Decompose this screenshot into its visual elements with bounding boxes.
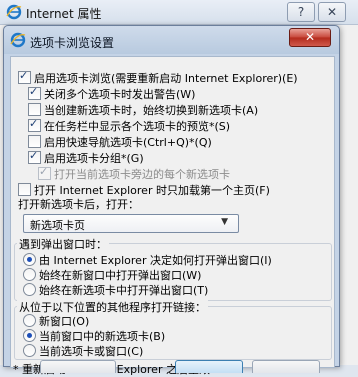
new-tab-page-select[interactable]: 新选项卡页 ▼ (23, 214, 239, 233)
internet-explorer-icon (6, 4, 22, 20)
links-new-tab-radio[interactable] (23, 329, 36, 342)
enable-tabs-checkbox[interactable] (18, 69, 31, 84)
switch-to-new-tab-label: 当创建新选项卡时，始终切换到新选项卡(A) (44, 104, 259, 117)
warn-close-multiple-label: 关闭多个选项卡时发出警告(W) (44, 88, 196, 101)
quick-tabs-label: 启用快速导航选项卡(Ctrl+Q)*(Q) (44, 136, 212, 149)
taskbar-preview-label: 在任务栏中显示各个选项卡的预览*(S) (44, 120, 231, 133)
chevron-down-icon: ▼ (221, 217, 228, 227)
cancel-button[interactable] (252, 360, 320, 373)
taskbar-preview-checkbox[interactable] (28, 117, 41, 132)
links-current-tab-label: 当前选项卡或窗口(C) (39, 345, 144, 358)
dialog-title: 选项卡浏览设置 (30, 36, 115, 50)
ok-button[interactable] (175, 360, 243, 373)
links-new-window-radio[interactable] (23, 314, 36, 327)
dialog-body: 启用选项卡浏览(需要重新启动 Internet Explorer)(E) 关闭多… (10, 56, 335, 376)
tab-settings-dialog: 选项卡浏览设置 ✕ 启用选项卡浏览(需要重新启动 Internet Explor… (3, 25, 340, 376)
load-first-home-checkbox[interactable] (18, 183, 31, 196)
popup-let-ie-decide-radio[interactable] (23, 253, 36, 266)
tab-groups-label: 启用选项卡分组*(G) (44, 152, 144, 165)
popup-new-tab-label: 始终在新选项卡中打开弹出窗口(T) (39, 284, 209, 297)
popup-new-window-radio[interactable] (23, 268, 36, 281)
help-button[interactable]: ? (287, 2, 315, 22)
new-tab-selected-value: 新选项卡页 (30, 219, 85, 232)
outer-close-button[interactable]: ✕ (318, 2, 346, 22)
internet-explorer-icon (10, 32, 26, 48)
links-new-window-label: 新窗口(O) (39, 315, 90, 328)
popup-new-window-label: 始终在新窗口中打开弹出窗口(W) (39, 269, 202, 282)
links-new-tab-label: 当前窗口中的新选项卡(B) (39, 330, 166, 343)
new-tab-open-label: 打开新选项卡后，打开： (18, 198, 139, 211)
warn-close-multiple-checkbox[interactable] (28, 85, 41, 100)
tab-groups-checkbox[interactable] (28, 149, 41, 164)
open-next-to-current-checkbox (38, 165, 51, 180)
outer-window-title: Internet 属性 (26, 7, 102, 21)
quick-tabs-checkbox[interactable] (28, 135, 41, 148)
open-next-to-current-label: 打开当前选项卡旁边的每个新选项卡 (54, 168, 230, 181)
popup-new-tab-radio[interactable] (23, 283, 36, 296)
popup-let-ie-decide-label: 由 Internet Explorer 决定如何打开弹出窗口(I) (39, 254, 272, 267)
restore-defaults-button[interactable] (40, 360, 116, 373)
dialog-close-button[interactable]: ✕ (289, 28, 331, 47)
links-current-tab-radio[interactable] (23, 344, 36, 357)
enable-tabs-label: 启用选项卡浏览(需要重新启动 Internet Explorer)(E) (34, 72, 298, 85)
popup-group-title: 遇到弹出窗口时： (17, 236, 109, 252)
dialog-titlebar: 选项卡浏览设置 ✕ (4, 26, 339, 54)
outer-window-titlebar: Internet 属性 ? ✕ (0, 0, 358, 25)
switch-to-new-tab-checkbox[interactable] (28, 103, 41, 116)
